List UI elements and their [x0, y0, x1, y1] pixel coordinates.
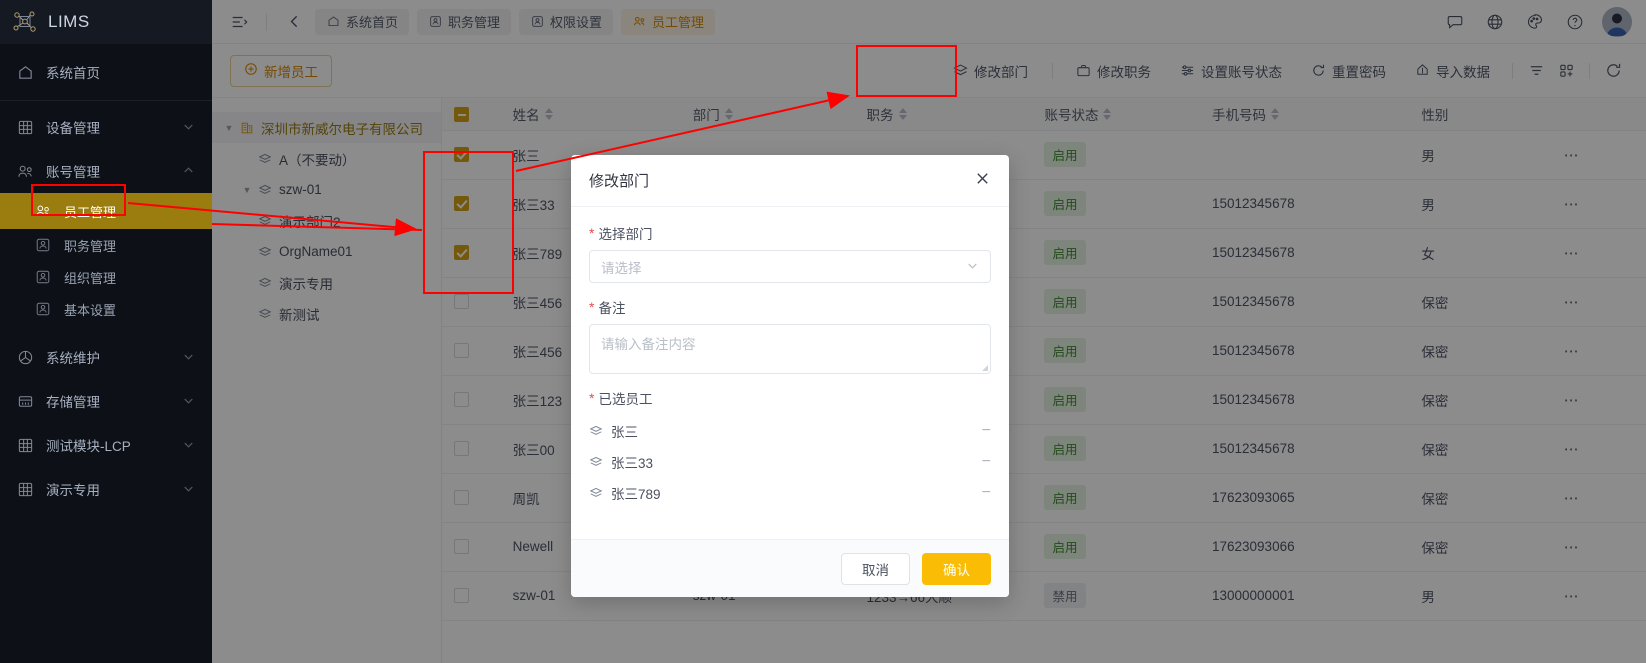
- sidebar-label: 系统维护: [46, 351, 100, 366]
- sidebar-label: 职务管理: [64, 238, 117, 254]
- sidebar-item-position-management[interactable]: 职务管理: [0, 229, 212, 261]
- sidebar-item-equipment[interactable]: 设备管理: [0, 105, 212, 149]
- layers-icon: [589, 424, 603, 438]
- sidebar-label: 测试模块-LCP: [46, 439, 131, 454]
- chevron-down-icon: [182, 394, 196, 408]
- edit-department-dialog: 修改部门 * 选择部门 请选择 * 备注 请输入备注内容 * 已选员工 张三 −…: [571, 155, 1009, 597]
- dialog-header: 修改部门: [571, 155, 1009, 207]
- sidebar-divider: [0, 100, 212, 101]
- sidebar-item-demo-only[interactable]: 演示专用: [0, 467, 212, 511]
- sidebar-item-system-maintenance[interactable]: 系统维护: [0, 335, 212, 379]
- users-icon: [16, 162, 34, 180]
- sidebar-item-home[interactable]: 系统首页: [0, 48, 212, 96]
- id-card-icon: [34, 236, 52, 254]
- sidebar-label: 组织管理: [64, 270, 117, 286]
- dialog-title: 修改部门: [589, 173, 650, 190]
- chevron-down-icon: [182, 482, 196, 496]
- wheel-icon: [16, 348, 34, 366]
- grid-icon: [16, 480, 34, 498]
- selected-employee-name: 张三33: [611, 455, 654, 471]
- required-marker: *: [589, 390, 595, 406]
- sidebar-item-storage-management[interactable]: 存储管理: [0, 379, 212, 423]
- selected-employee-item: 张三789 −: [589, 477, 991, 508]
- layers-icon: [589, 486, 603, 500]
- sidebar: LIMS 系统首页 设备管理 账号管理 员工管理 职务管理 组织管理 基本设置 …: [0, 0, 212, 663]
- sidebar-item-employee-management[interactable]: 员工管理: [0, 193, 212, 229]
- remark-placeholder: 请输入备注内容: [601, 337, 696, 352]
- sidebar-label: 账号管理: [46, 165, 100, 180]
- selected-employee-name: 张三789: [611, 486, 661, 502]
- chevron-up-icon: [182, 164, 196, 178]
- label-text: 备注: [598, 301, 626, 316]
- layers-icon: [589, 455, 603, 469]
- home-icon: [16, 63, 34, 81]
- department-select-placeholder: 请选择: [601, 260, 642, 276]
- sidebar-label: 演示专用: [46, 483, 100, 498]
- department-select[interactable]: 请选择: [589, 250, 991, 283]
- required-marker: *: [589, 225, 595, 241]
- brand-name: LIMS: [48, 12, 90, 31]
- molecule-icon: [12, 9, 38, 35]
- app-root: LIMS 系统首页 设备管理 账号管理 员工管理 职务管理 组织管理 基本设置 …: [0, 0, 1646, 663]
- selected-employee-name: 张三: [611, 424, 638, 440]
- users-icon: [34, 202, 52, 220]
- label-text: 已选员工: [598, 392, 653, 407]
- sidebar-label: 存储管理: [46, 395, 100, 410]
- close-icon[interactable]: [974, 170, 991, 191]
- remark-textarea[interactable]: 请输入备注内容: [589, 324, 991, 374]
- sidebar-item-basic-settings[interactable]: 基本设置: [0, 293, 212, 325]
- grid-icon: [16, 118, 34, 136]
- brand: LIMS: [0, 0, 212, 44]
- selected-employees-label: * 已选员工: [589, 388, 991, 408]
- dialog-footer: 取消 确认: [571, 539, 1009, 597]
- dialog-body: * 选择部门 请选择 * 备注 请输入备注内容 * 已选员工 张三 − 张三33− 张…: [571, 207, 1009, 539]
- sidebar-label: 员工管理: [64, 204, 117, 220]
- sidebar-label: 设备管理: [46, 121, 100, 136]
- confirm-button[interactable]: 确认: [922, 552, 991, 585]
- selected-employee-item: 张三 −: [589, 415, 991, 446]
- chevron-down-icon: [182, 350, 196, 364]
- label-text: 选择部门: [598, 227, 653, 242]
- sidebar-home-label: 系统首页: [46, 66, 100, 81]
- drawer-icon: [16, 392, 34, 410]
- minus-icon[interactable]: −: [982, 422, 991, 439]
- department-field-label: * 选择部门: [589, 223, 991, 243]
- chevron-down-icon: [182, 438, 196, 452]
- remark-field-label: * 备注: [589, 297, 991, 317]
- sidebar-item-account[interactable]: 账号管理: [0, 149, 212, 193]
- required-marker: *: [589, 299, 595, 315]
- chevron-down-icon: [966, 259, 979, 275]
- cancel-button[interactable]: 取消: [841, 552, 910, 585]
- grid-icon: [16, 436, 34, 454]
- sidebar-nav: 系统首页 设备管理 账号管理 员工管理 职务管理 组织管理 基本设置 系统维护 …: [0, 44, 212, 511]
- sidebar-item-org-management[interactable]: 组织管理: [0, 261, 212, 293]
- chevron-down-icon: [182, 120, 196, 134]
- selected-employees-list: 张三 − 张三33 − 张三789 −: [589, 415, 991, 508]
- sidebar-item-test-module-lcp[interactable]: 测试模块-LCP: [0, 423, 212, 467]
- minus-icon[interactable]: −: [982, 484, 991, 501]
- id-card-icon: [34, 300, 52, 318]
- sidebar-submenu-account: 员工管理 职务管理 组织管理 基本设置: [0, 193, 212, 325]
- id-card-icon: [34, 268, 52, 286]
- minus-icon[interactable]: −: [982, 453, 991, 470]
- selected-employee-item: 张三33 −: [589, 446, 991, 477]
- sidebar-label: 基本设置: [64, 302, 117, 318]
